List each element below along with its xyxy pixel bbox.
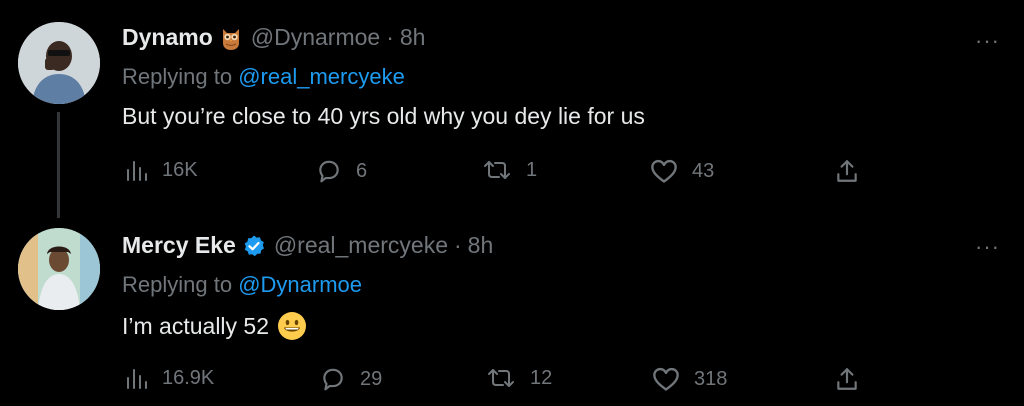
grinning-face-emoji [277,311,307,341]
verified-badge-icon [242,234,266,258]
timestamp[interactable]: 8h [468,232,494,259]
replying-to: Replying to @real_mercyeke [122,64,405,90]
like-count: 318 [694,367,728,390]
timestamp[interactable]: 8h [400,24,426,51]
mention-link[interactable]: @real_mercyeke [238,64,405,89]
tweet-actions: 16K 6 1 43 [0,158,1024,188]
views-icon [124,366,148,390]
views-button[interactable]: 16.9K [124,366,214,390]
retweet-icon [482,158,512,182]
tweet-header: Dynamo @Dynarmoe · 8h [122,24,425,51]
reply-icon [316,158,342,184]
separator-dot: · [454,232,462,258]
replying-prefix: Replying to [122,272,233,297]
replying-prefix: Replying to [122,64,233,89]
display-name[interactable]: Mercy Eke [122,232,236,259]
tweet-header: Mercy Eke @real_mercyeke · 8h [122,232,493,259]
tweet-text: But you’re close to 40 yrs old why you d… [122,103,645,129]
views-count: 16K [162,158,198,181]
more-options-icon[interactable]: ··· [975,28,1000,54]
share-icon [834,366,860,392]
retweet-button[interactable]: 12 [486,366,552,390]
views-count: 16.9K [162,366,215,389]
user-handle[interactable]: @Dynarmoe [251,24,380,51]
share-icon [834,158,860,184]
more-options-icon[interactable]: ··· [975,234,1000,260]
views-icon [124,158,148,182]
tweet-mercy-eke[interactable]: Mercy Eke @real_mercyeke · 8h ··· Replyi… [0,212,1024,406]
reply-icon [320,366,346,392]
tweet-text: I’m actually 52 [122,312,270,339]
heart-icon [652,366,680,392]
views-button[interactable]: 16K [124,158,198,182]
retweet-icon [486,366,516,390]
share-button[interactable] [834,366,860,392]
share-button[interactable] [834,158,860,184]
display-name[interactable]: Dynamo [122,24,213,51]
heart-icon [650,158,678,184]
tweet-actions: 16.9K 29 12 318 [0,366,1024,396]
retweet-button[interactable]: 1 [482,158,537,182]
tweet-text-container: I’m actually 52 [122,311,307,341]
replying-to: Replying to @Dynarmoe [122,272,362,298]
separator-dot: · [386,24,394,50]
avatar[interactable] [18,228,100,310]
retweet-count: 1 [526,158,538,181]
user-handle[interactable]: @real_mercyeke [274,232,448,259]
mention-link[interactable]: @Dynarmoe [238,272,362,297]
reply-button[interactable]: 29 [320,366,382,392]
reply-count: 6 [356,159,368,182]
retweet-count: 12 [530,366,553,389]
reply-button[interactable]: 6 [316,158,367,184]
like-button[interactable]: 318 [652,366,727,392]
avatar[interactable] [18,22,100,104]
tweet-dynamo[interactable]: Dynamo @Dynarmoe · 8h ··· Replying to @r… [0,0,1024,218]
owl-emoji [219,25,243,51]
like-button[interactable]: 43 [650,158,714,184]
reply-count: 29 [360,367,383,390]
like-count: 43 [692,159,715,182]
